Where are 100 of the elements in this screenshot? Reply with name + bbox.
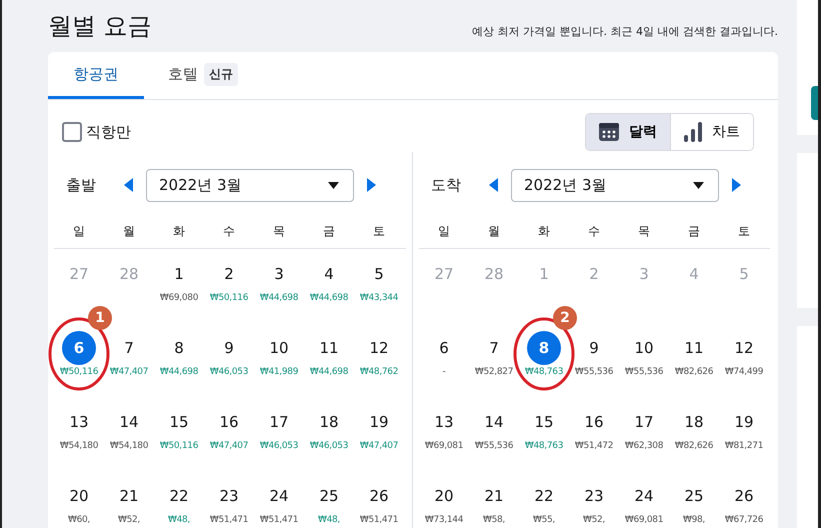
calendar-day[interactable]: 23 [212,479,246,513]
calendar-day[interactable]: 17 [627,405,661,439]
calendar-day[interactable]: 9 [212,331,246,365]
price-label: ₩82,626 [674,441,714,451]
calendar-day[interactable]: 20 [427,479,461,513]
calendar-day[interactable]: 12 [727,331,761,365]
calendar-day[interactable]: 1 [162,257,196,291]
price-label: ₩41,989 [260,367,298,377]
calendar-day[interactable]: 8 [527,331,561,365]
price-label: ₩48,763 [524,367,564,377]
calendar-day[interactable]: 12 [362,331,396,365]
price-label: ₩48, [168,515,190,525]
calendar-day[interactable]: 26 [362,479,396,513]
calendar-day[interactable]: 4 [312,257,346,291]
weekday-label: 화 [537,222,551,240]
price-label: ₩51,471 [360,515,398,525]
price-label: ₩51,471 [260,515,298,525]
calendar-day: 1 [527,257,561,291]
calendar-day[interactable]: 20 [62,479,96,513]
calendar-day: 28 [112,257,146,291]
month-dropdown[interactable]: 2022년 3월 [146,168,354,202]
calendar-day[interactable]: 7 [112,331,146,365]
calendar-day[interactable]: 13 [427,405,461,439]
calendar-day[interactable]: 10 [262,331,296,365]
weekday-label: 금 [687,222,701,240]
calendar-day[interactable]: 3 [262,257,296,291]
calendar-day[interactable]: 23 [577,479,611,513]
price-label: ₩74,499 [724,367,764,377]
calendar-day[interactable]: 14 [477,405,511,439]
calendar-day[interactable]: 21 [477,479,511,513]
calendar-day[interactable]: 25 [677,479,711,513]
price-label: ₩52, [118,515,140,525]
calendar-day[interactable]: 9 [577,331,611,365]
price-label: ₩46,053 [210,367,248,377]
calendar-day[interactable]: 25 [312,479,346,513]
price-note: 예상 최저 가격일 뿐입니다. 최근 4일 내에 검색한 결과입니다. [472,24,778,38]
price-label: ₩46,053 [310,441,348,451]
weekday-label: 월 [122,222,136,240]
price-label: ₩48, [318,515,340,525]
weekday-label: 월 [487,222,501,240]
calendar-day[interactable]: 17 [262,405,296,439]
calendar-day[interactable]: 15 [527,405,561,439]
price-label: ₩46,053 [260,441,298,451]
calendar-label: 출발 [66,176,97,194]
calendar-day[interactable]: 16 [212,405,246,439]
calendar-day[interactable]: 19 [727,405,761,439]
price-label: ₩44,698 [260,293,298,303]
price-label: ₩55, [532,515,555,525]
price-label: ₩44,698 [160,367,198,377]
calendar-day: 27 [427,257,461,291]
page-title: 월별 요금 [48,11,152,42]
calendar-day[interactable]: 15 [162,405,196,439]
weekday-label: 토 [737,222,751,240]
price-label: ₩52,827 [474,367,514,377]
price-label: ₩44,698 [310,293,348,303]
view-tab[interactable]: 달력 [586,114,670,150]
price-label: ₩98, [682,515,705,525]
price-label: ₩54,180 [60,441,98,451]
calendar-day[interactable]: 18 [312,405,346,439]
weekday-label: 일 [72,222,86,240]
calendar-day[interactable]: 24 [262,479,296,513]
weekday-label: 토 [372,222,386,240]
tab[interactable]: 호텔 신규 [144,52,262,99]
calendar-day[interactable]: 10 [627,331,661,365]
calendar-day[interactable]: 21 [112,479,146,513]
weekday-label: 금 [322,222,336,240]
calendar-day[interactable]: 16 [577,405,611,439]
calendar-day[interactable]: 24 [627,479,661,513]
calendar-day[interactable]: 6 [427,331,461,365]
calendar-day[interactable]: 22 [162,479,196,513]
weekday-label: 목 [637,222,651,240]
price-label: ₩52, [582,515,605,525]
calendar-day: 5 [727,257,761,291]
calendar-day[interactable]: 11 [312,331,346,365]
price-label: ₩50,116 [60,367,98,377]
calendar-day[interactable]: 6 [62,331,96,365]
calendar-day[interactable]: 19 [362,405,396,439]
weekday-label: 목 [272,222,286,240]
calendar-day[interactable]: 13 [62,405,96,439]
view-tab[interactable]: 차트 [670,114,753,150]
calendar-day[interactable]: 22 [527,479,561,513]
price-label: - [442,367,446,377]
calendar-day[interactable]: 14 [112,405,146,439]
tab[interactable]: 항공권 [48,52,144,99]
calendar-day: 28 [477,257,511,291]
calendar-day[interactable]: 26 [727,479,761,513]
calendar-day[interactable]: 5 [362,257,396,291]
calendar-day[interactable]: 11 [677,331,711,365]
price-label: ₩67,726 [724,515,764,525]
calendar-day[interactable]: 7 [477,331,511,365]
weekday-label: 수 [587,222,601,240]
month-dropdown[interactable]: 2022년 3월 [511,168,719,202]
calendar-day[interactable]: 2 [212,257,246,291]
calendar-day[interactable]: 18 [677,405,711,439]
price-label: ₩54,180 [110,441,148,451]
price-label: ₩55,536 [574,367,614,377]
calendar-day[interactable]: 8 [162,331,196,365]
calendar-day: 2 [577,257,611,291]
price-label: ₩69,081 [424,441,464,451]
price-label: ₩69,080 [160,293,198,303]
